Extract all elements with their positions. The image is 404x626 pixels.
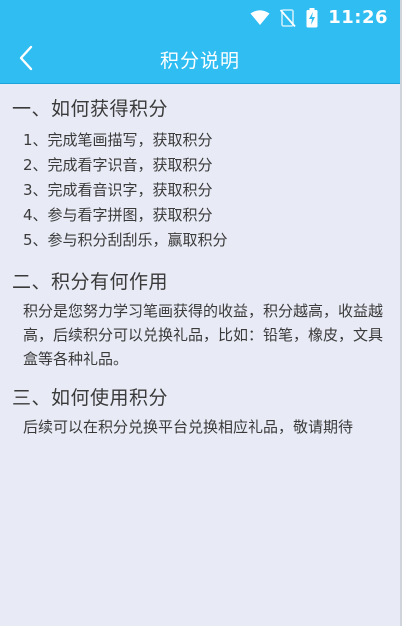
section-use-points: 三、如何使用积分 后续可以在积分兑换平台兑换相应礼品，敬请期待 — [12, 385, 388, 439]
section-paragraph: 积分是您努力学习笔画获得的收益，积分越高，收益越高，后续积分可以兑换礼品，比如：… — [23, 302, 384, 368]
list-item: 2、完成看字识音，获取积分 — [23, 156, 213, 174]
app-bar: 积分说明 — [0, 36, 400, 84]
wifi-icon — [250, 10, 270, 26]
chevron-left-icon — [18, 45, 34, 75]
phone-screen: 11:26 积分说明 一、如何获得积分 1、完成笔画描写，获取积分 2、完成看字… — [0, 0, 402, 626]
section-paragraph: 后续可以在积分兑换平台兑换相应礼品，敬请期待 — [23, 418, 354, 436]
list-item: 3、完成看音识字，获取积分 — [23, 181, 213, 199]
battery-charging-icon — [306, 8, 318, 28]
section-earn-points: 一、如何获得积分 1、完成笔画描写，获取积分 2、完成看字识音，获取积分 3、完… — [12, 96, 388, 253]
status-time: 11:26 — [328, 7, 388, 28]
content-area: 一、如何获得积分 1、完成笔画描写，获取积分 2、完成看字识音，获取积分 3、完… — [0, 84, 400, 439]
list-item: 4、参与看字拼图，获取积分 — [23, 206, 213, 224]
no-signal-icon — [280, 9, 296, 27]
list-item: 5、参与积分刮刮乐，赢取积分 — [23, 231, 228, 249]
back-button[interactable] — [6, 36, 46, 84]
page-title: 积分说明 — [159, 50, 240, 72]
earn-points-list: 1、完成笔画描写，获取积分 2、完成看字识音，获取积分 3、完成看音识字，获取积… — [12, 128, 388, 253]
list-item: 1、完成笔画描写，获取积分 — [23, 131, 213, 149]
status-bar: 11:26 — [0, 0, 400, 36]
section-heading: 一、如何获得积分 — [12, 98, 169, 120]
section-points-purpose: 二、积分有何作用 积分是您努力学习笔画获得的收益，积分越高，收益越高，后续积分可… — [12, 269, 388, 371]
section-heading: 三、如何使用积分 — [12, 387, 169, 409]
section-heading: 二、积分有何作用 — [12, 271, 169, 293]
